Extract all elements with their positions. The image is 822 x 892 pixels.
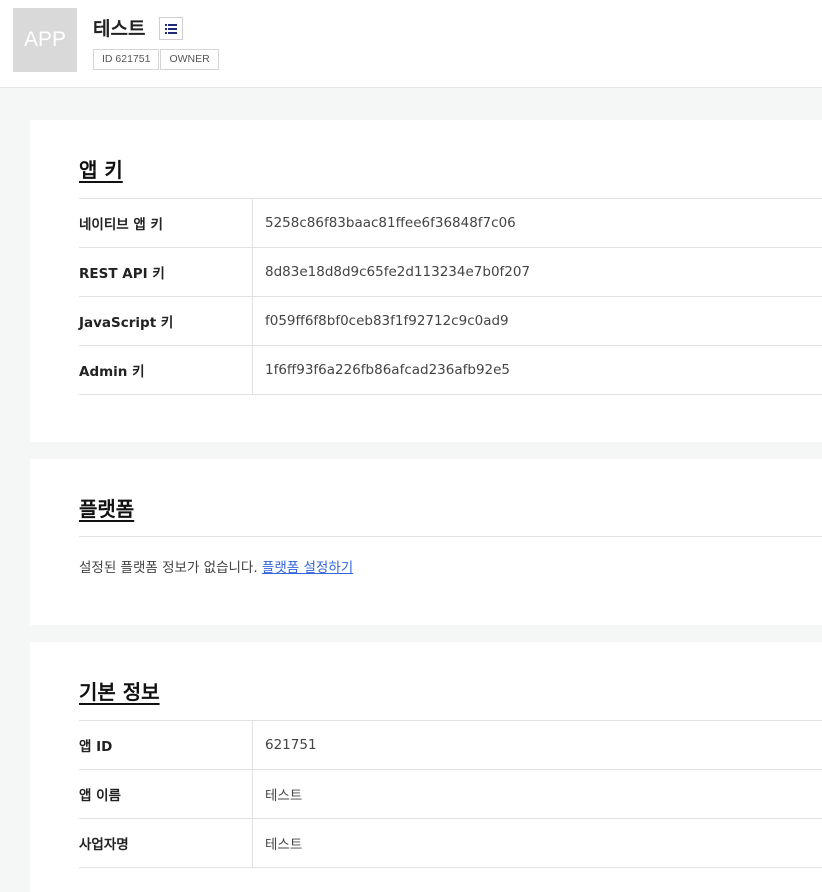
row-label: 네이티브 앱 키 [79, 199, 253, 247]
row-label: 앱 ID [79, 721, 253, 769]
role-badge: OWNER [160, 49, 219, 70]
row-label: 사업자명 [79, 819, 253, 867]
list-icon [165, 23, 177, 34]
platform-message-text: 설정된 플랫폼 정보가 없습니다. [79, 560, 258, 576]
row-label: REST API 키 [79, 248, 253, 296]
row-label: 앱 이름 [79, 770, 253, 818]
table-row: REST API 키 8d83e18d8d9c65fe2d113234e7b0f… [79, 248, 822, 297]
table-row: Admin 키 1f6ff93f6a226fb86afcad236afb92e5 [79, 346, 822, 395]
divider [79, 536, 822, 537]
app-keys-card: 앱 키 네이티브 앱 키 5258c86f83baac81ffee6f36848… [30, 120, 822, 442]
row-value: 테스트 [265, 837, 303, 853]
app-logo: APP [13, 8, 77, 72]
basic-info-card: 기본 정보 앱 ID 621751 앱 이름 테스트 사업자명 테스트 [30, 642, 822, 892]
row-value: 8d83e18d8d9c65fe2d113234e7b0f207 [265, 264, 531, 280]
table-row: 사업자명 테스트 [79, 819, 822, 868]
row-value: 621751 [265, 737, 317, 753]
app-badges: ID 621751 OWNER [93, 49, 220, 70]
table-row: 네이티브 앱 키 5258c86f83baac81ffee6f36848f7c0… [79, 199, 822, 248]
table-row: 앱 ID 621751 [79, 721, 822, 770]
table-row: 앱 이름 테스트 [79, 770, 822, 819]
row-value: 5258c86f83baac81ffee6f36848f7c06 [265, 215, 516, 231]
app-header: APP 테스트 ID 621751 OWNER [0, 0, 822, 88]
basic-info-title: 기본 정보 [79, 680, 160, 704]
app-keys-title: 앱 키 [79, 158, 123, 182]
row-label: JavaScript 키 [79, 297, 253, 345]
row-value: 테스트 [265, 788, 303, 804]
platform-title: 플랫폼 [79, 497, 135, 521]
table-row: JavaScript 키 f059ff6f8bf0ceb83f1f92712c9… [79, 297, 822, 346]
platform-empty-message: 설정된 플랫폼 정보가 없습니다. 플랫폼 설정하기 [79, 556, 353, 576]
app-keys-table: 네이티브 앱 키 5258c86f83baac81ffee6f36848f7c0… [79, 198, 822, 395]
app-id-badge: ID 621751 [93, 49, 160, 70]
row-value: f059ff6f8bf0ceb83f1f92712c9c0ad9 [265, 313, 509, 329]
row-label: Admin 키 [79, 346, 253, 394]
basic-info-table: 앱 ID 621751 앱 이름 테스트 사업자명 테스트 [79, 720, 822, 868]
list-menu-button[interactable] [159, 17, 183, 40]
app-name: 테스트 [93, 18, 146, 40]
row-value: 1f6ff93f6a226fb86afcad236afb92e5 [265, 362, 511, 378]
platform-card: 플랫폼 설정된 플랫폼 정보가 없습니다. 플랫폼 설정하기 [30, 459, 822, 625]
platform-settings-link[interactable]: 플랫폼 설정하기 [262, 560, 353, 576]
